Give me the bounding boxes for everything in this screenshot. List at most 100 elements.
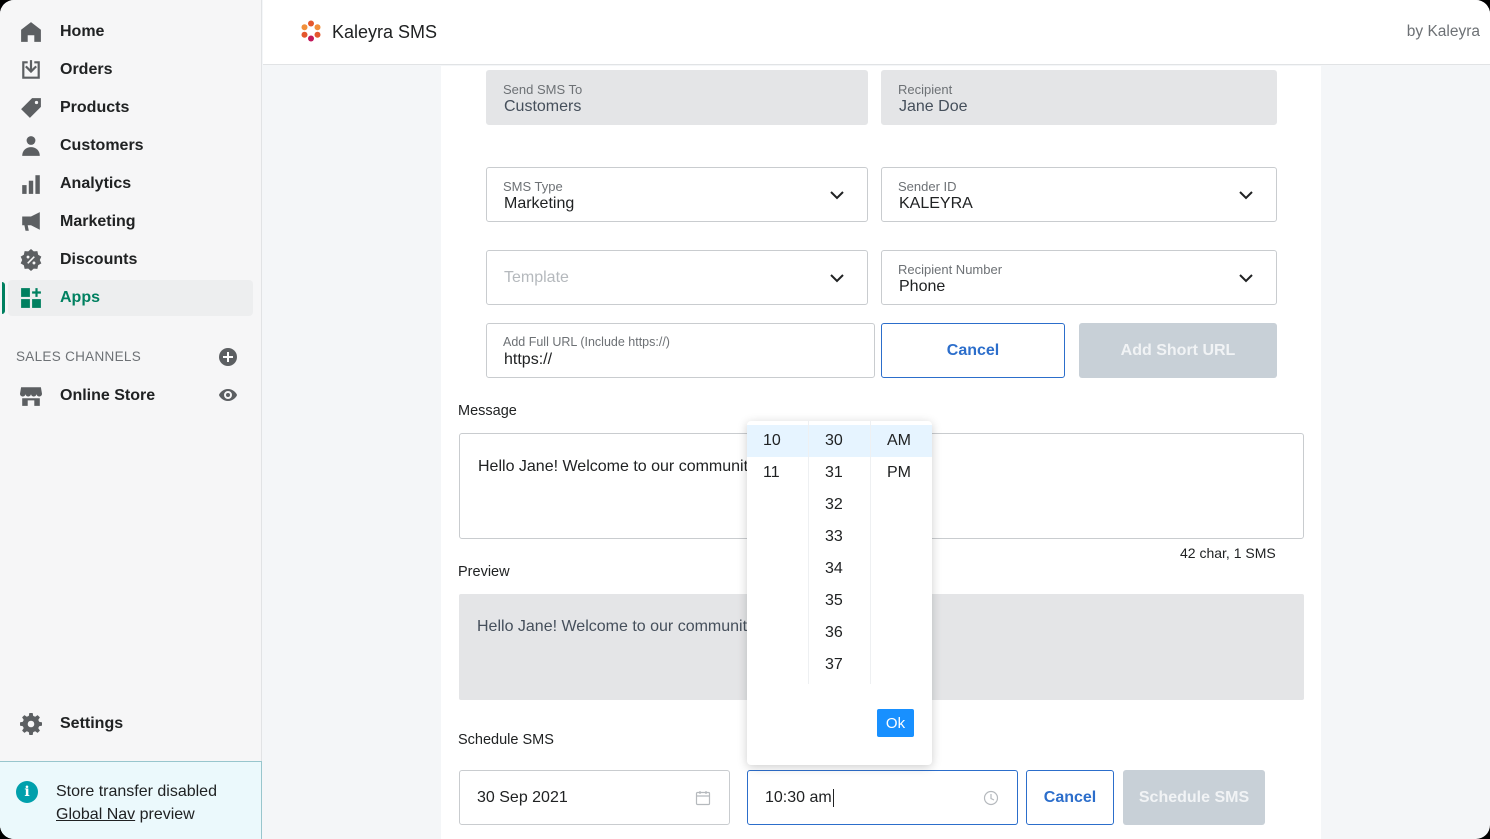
minute-option[interactable]: 31	[809, 457, 870, 489]
hour-option[interactable]: 11	[747, 457, 808, 489]
schedule-date-input[interactable]: 30 Sep 2021	[459, 770, 730, 825]
calendar-icon	[695, 791, 711, 806]
template-placeholder: Template	[504, 269, 569, 286]
minute-option[interactable]: 33	[809, 521, 870, 553]
message-text: Hello Jane! Welcome to our community	[478, 458, 757, 475]
tag-icon	[20, 97, 42, 119]
recipient-number-select[interactable]: Recipient Number Phone	[881, 250, 1277, 305]
info-icon: i	[16, 781, 38, 803]
add-short-url-button[interactable]: Add Short URL	[1079, 323, 1277, 378]
field-value: Customers	[504, 98, 582, 115]
chevron-down-icon	[830, 191, 844, 200]
template-select[interactable]: Template	[486, 250, 868, 305]
send-sms-to-field: Send SMS To Customers	[486, 70, 868, 125]
schedule-cancel-button[interactable]: Cancel	[1026, 770, 1114, 825]
sidebar-item-discounts[interactable]: Discounts	[8, 242, 253, 278]
preview-label: Preview	[458, 564, 510, 580]
field-label: Recipient	[898, 82, 953, 97]
period-column[interactable]: AM PM	[871, 421, 932, 684]
recipient-field: Recipient Jane Doe	[881, 70, 1277, 125]
field-label: Send SMS To	[503, 82, 583, 97]
time-value: 10:30 am	[765, 789, 834, 807]
field-label: SMS Type	[503, 179, 563, 194]
banner-subtitle: Global Nav preview	[56, 806, 195, 824]
global-nav-link[interactable]: Global Nav	[56, 806, 135, 823]
message-label: Message	[458, 403, 517, 419]
by-kaleyra-label: by Kaleyra	[1406, 23, 1480, 40]
sms-type-select[interactable]: SMS Type Marketing	[486, 167, 868, 222]
sidebar-item-marketing[interactable]: Marketing	[8, 204, 253, 240]
banner-title: Store transfer disabled	[56, 783, 217, 800]
sidebar-item-products[interactable]: Products	[8, 90, 253, 126]
field-label: Add Full URL (Include https://)	[503, 335, 670, 349]
minute-column[interactable]: 30 31 32 33 34 35 36 37	[809, 421, 871, 684]
url-cancel-button[interactable]: Cancel	[881, 323, 1065, 378]
hour-option[interactable]: 10	[747, 425, 808, 457]
banner-suffix: preview	[135, 806, 195, 823]
field-value: Marketing	[504, 195, 575, 212]
orders-icon	[20, 59, 42, 81]
time-picker-dropdown: 10 11 30 31 32 33 34 35 36 37 AM PM Ok	[747, 421, 932, 765]
minute-option[interactable]: 30	[809, 425, 870, 457]
sidebar-item-label: Customers	[60, 137, 144, 154]
sidebar-item-label: Online Store	[60, 387, 156, 404]
person-icon	[20, 135, 42, 157]
sidebar-item-settings[interactable]: Settings	[8, 706, 253, 742]
store-transfer-banner: i Store transfer disabled Global Nav pre…	[0, 761, 262, 839]
chevron-down-icon	[1239, 274, 1253, 283]
app-title: Kaleyra SMS	[332, 22, 438, 42]
app-window: Home Orders Products Customers Analytics…	[0, 0, 1490, 839]
field-value: https://	[504, 351, 553, 368]
schedule-sms-button[interactable]: Schedule SMS	[1123, 770, 1265, 825]
minute-option[interactable]: 34	[809, 553, 870, 585]
clock-icon	[983, 790, 999, 806]
preview-text: Hello Jane! Welcome to our community	[477, 618, 756, 635]
field-value: Phone	[899, 278, 946, 295]
field-value: KALEYRA	[899, 195, 973, 212]
discount-icon	[20, 249, 42, 271]
sidebar-item-customers[interactable]: Customers	[8, 128, 253, 164]
field-label: Recipient Number	[898, 262, 1003, 277]
full-url-input[interactable]: Add Full URL (Include https://) https://	[486, 323, 875, 378]
field-label: Sender ID	[898, 179, 957, 194]
kaleyra-logo-icon	[301, 20, 321, 42]
field-value: Jane Doe	[899, 98, 968, 115]
sidebar-item-analytics[interactable]: Analytics	[8, 166, 253, 202]
sidebar-item-orders[interactable]: Orders	[8, 52, 253, 88]
sidebar-item-label: Orders	[60, 61, 113, 78]
sales-channels-title: SALES CHANNELS	[16, 349, 141, 364]
home-icon	[20, 21, 42, 43]
chevron-down-icon	[1239, 191, 1253, 200]
ok-button[interactable]: Ok	[877, 709, 914, 737]
gear-icon	[20, 713, 42, 735]
period-option[interactable]: PM	[871, 457, 932, 489]
minute-option[interactable]: 32	[809, 489, 870, 521]
store-icon	[20, 385, 42, 407]
schedule-label: Schedule SMS	[458, 732, 554, 748]
minute-option[interactable]: 37	[809, 649, 870, 681]
megaphone-icon	[20, 211, 42, 233]
period-option[interactable]: AM	[871, 425, 932, 457]
sender-id-select[interactable]: Sender ID KALEYRA	[881, 167, 1277, 222]
time-picker-footer: Ok	[747, 684, 932, 765]
sidebar-item-label: Marketing	[60, 213, 136, 230]
sidebar-item-home[interactable]: Home	[8, 14, 253, 50]
schedule-time-input[interactable]: 10:30 am	[747, 770, 1018, 825]
sidebar-item-label: Home	[60, 23, 105, 40]
minute-option[interactable]: 36	[809, 617, 870, 649]
sidebar-item-label: Products	[60, 99, 130, 116]
sidebar-item-label: Analytics	[60, 175, 132, 192]
sidebar: Home Orders Products Customers Analytics…	[0, 0, 262, 839]
bar-chart-icon	[20, 173, 42, 195]
add-circle-icon[interactable]	[218, 347, 238, 367]
char-counter: 42 char, 1 SMS	[1180, 545, 1276, 561]
hour-column[interactable]: 10 11	[747, 421, 809, 684]
app-header: Kaleyra SMS by Kaleyra	[263, 0, 1490, 65]
sidebar-item-online-store[interactable]: Online Store	[8, 378, 208, 414]
minute-option[interactable]: 35	[809, 585, 870, 617]
sidebar-item-apps[interactable]: Apps	[2, 280, 253, 316]
date-value: 30 Sep 2021	[477, 789, 568, 806]
apps-icon	[20, 287, 42, 309]
chevron-down-icon	[830, 274, 844, 283]
eye-icon[interactable]	[218, 385, 238, 405]
